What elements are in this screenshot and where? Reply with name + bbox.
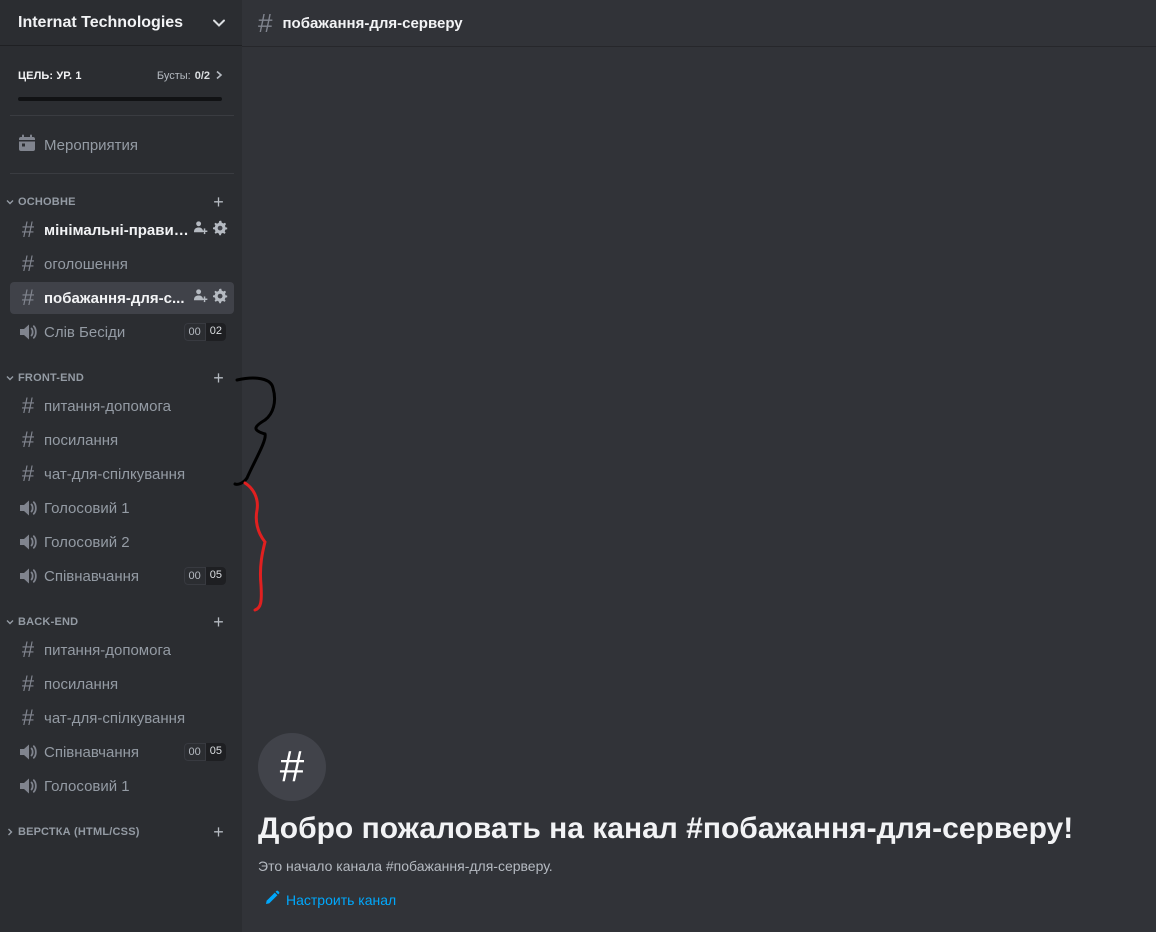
speaker-icon (18, 532, 38, 552)
speaker-icon (18, 742, 38, 762)
invite-icon[interactable] (193, 220, 208, 240)
chevron-down-icon[interactable] (212, 16, 226, 30)
hash-icon: # (21, 251, 35, 276)
text-channel-item[interactable]: # посилання (10, 668, 234, 700)
hash-icon: # (21, 427, 35, 452)
hash-icon: # (21, 217, 35, 242)
voice-channel-item[interactable]: Слів Бесіди 00 02 (10, 316, 234, 348)
text-channel-item[interactable]: # чат-для-спілкування (10, 458, 234, 490)
welcome-description: Это начало канала #побажання-для-серверу… (258, 858, 553, 874)
channel-name: питання-допомога (44, 641, 171, 659)
text-channel-item[interactable]: # побажання-для-с... (10, 282, 234, 314)
hash-icon: # (21, 671, 35, 696)
voice-channel-item[interactable]: Співнавчання 00 05 (10, 736, 234, 768)
speaker-icon (18, 776, 38, 796)
channel-name: Голосовий 2 (44, 533, 130, 551)
hash-icon: # (21, 637, 35, 662)
gear-icon[interactable] (212, 220, 228, 240)
category-label: BACK-END (18, 616, 79, 628)
channel-name: Слів Бесіди (44, 323, 126, 341)
channel-name: Голосовий 1 (44, 499, 130, 517)
plus-icon[interactable]: + (213, 369, 224, 387)
chevron-down-icon (6, 374, 18, 382)
boost-progress-bar (18, 97, 222, 101)
chevron-down-icon (6, 198, 18, 206)
divider (10, 115, 234, 116)
user-limit-badge: 00 02 (183, 323, 226, 341)
channel-name: Голосовий 1 (44, 777, 130, 795)
setup-channel-link[interactable]: Настроить канал (264, 890, 396, 909)
voice-channel-item[interactable]: Голосовий 1 (10, 770, 234, 802)
chevron-right-icon (6, 828, 18, 836)
text-channel-item[interactable]: # посилання (10, 424, 234, 456)
channel-name: Співнавчання (44, 743, 140, 761)
channel-name: Співнавчання (44, 567, 140, 585)
channel-name: посилання (44, 675, 119, 693)
calendar-icon (18, 134, 36, 156)
hash-icon: # (258, 733, 326, 801)
channel-name: мінімальні-правила (44, 221, 189, 239)
events-label: Мероприятия (44, 136, 139, 154)
boost-goal-label: ЦЕЛЬ: УР. 1 (18, 70, 82, 82)
server-name: Internat Technologies (18, 13, 184, 31)
welcome-title: Добро пожаловать на канал #побажання-для… (258, 812, 1074, 845)
category-label: ВЕРСТКА (HTML/CSS) (18, 826, 140, 838)
plus-icon[interactable]: + (213, 823, 224, 841)
server-header[interactable]: Internat Technologies (0, 0, 242, 46)
text-channel-item[interactable]: # питання-допомога (10, 634, 234, 666)
boost-goal[interactable]: ЦЕЛЬ: УР. 1 Бусты: 0/2 (18, 62, 224, 112)
channel-name: чат-для-спілкування (44, 709, 186, 727)
channel-name: посилання (44, 431, 119, 449)
user-count: 00 (183, 323, 206, 341)
user-limit-badge: 00 05 (183, 567, 226, 585)
voice-channel-item[interactable]: Голосовий 2 (10, 526, 234, 558)
divider (10, 173, 234, 174)
speaker-icon (18, 322, 38, 342)
text-channel-item[interactable]: # чат-для-спілкування (10, 702, 234, 734)
boost-count: 0/2 (194, 70, 210, 82)
channel-name: побажання-для-с... (44, 289, 185, 307)
gear-icon[interactable] (212, 288, 228, 308)
plus-icon[interactable]: + (213, 613, 224, 631)
invite-icon[interactable] (193, 288, 208, 308)
user-limit-badge: 00 05 (183, 743, 226, 761)
user-limit: 05 (205, 567, 226, 585)
channel-hash-icon: # (258, 8, 273, 38)
category-label: FRONT-END (18, 372, 84, 384)
boost-count-label: Бусты: (156, 70, 191, 82)
hash-icon: # (21, 705, 35, 730)
speaker-icon (18, 566, 38, 586)
user-count: 00 (183, 567, 206, 585)
text-channel-item[interactable]: # оголошення (10, 248, 234, 280)
channel-name: чат-для-спілкування (44, 465, 186, 483)
category-header[interactable]: ВЕРСТКА (HTML/CSS) + (0, 822, 242, 842)
text-channel-item[interactable]: # мінімальні-правила (10, 214, 234, 246)
channel-title: побажання-для-серверу (282, 14, 463, 32)
setup-channel-label: Настроить канал (286, 891, 397, 908)
user-limit: 05 (205, 743, 226, 761)
channel-sidebar: Internat Technologies ЦЕЛЬ: УР. 1 Бусты:… (0, 0, 242, 932)
channel-name: оголошення (44, 255, 128, 273)
red-brace-stroke (243, 481, 267, 612)
chevron-right-icon (214, 70, 224, 83)
channel-name: питання-допомога (44, 397, 171, 415)
plus-icon[interactable]: + (213, 193, 224, 211)
hash-icon: # (21, 393, 35, 418)
voice-channel-item[interactable]: Голосовий 1 (10, 492, 234, 524)
user-limit: 02 (205, 323, 226, 341)
user-count: 00 (183, 743, 206, 761)
pencil-icon (264, 890, 280, 909)
category-label: ОСНОВНЕ (18, 196, 76, 208)
text-channel-item[interactable]: # питання-допомога (10, 390, 234, 422)
speaker-icon (18, 498, 38, 518)
category-header[interactable]: FRONT-END + (0, 368, 242, 388)
category-header[interactable]: BACK-END + (0, 612, 242, 632)
hash-icon: # (21, 461, 35, 486)
chevron-down-icon (6, 618, 18, 626)
voice-channel-item[interactable]: Співнавчання 00 05 (10, 560, 234, 592)
events-item[interactable]: Мероприятия (10, 128, 234, 162)
channel-header: # побажання-для-серверу (242, 0, 1156, 47)
category-header[interactable]: ОСНОВНЕ + (0, 192, 242, 212)
hash-icon: # (21, 285, 35, 310)
